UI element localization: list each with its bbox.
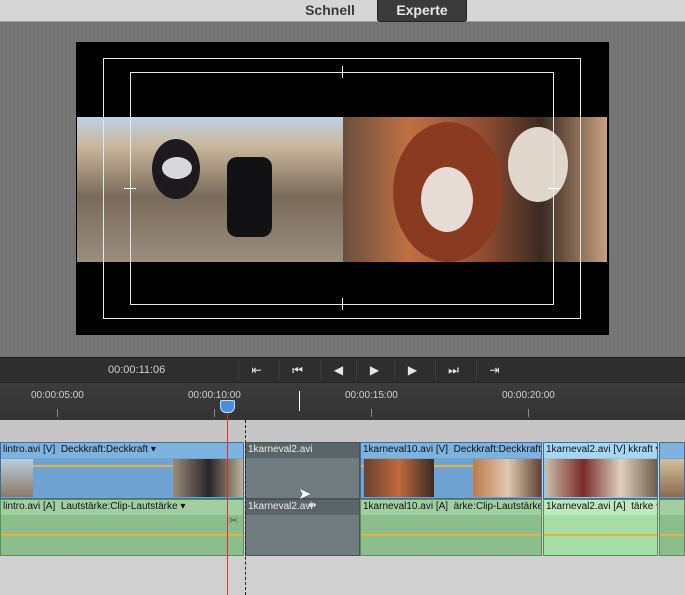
effect-dropdown[interactable]: kkraft ▾ bbox=[628, 444, 657, 455]
clip-thumbnail bbox=[364, 459, 434, 497]
clip-title bbox=[660, 443, 684, 458]
clip-filename: 1karneval10.avi [A] bbox=[363, 501, 449, 512]
clip-filename: lintro.avi [V] bbox=[3, 444, 56, 455]
audio-clip-karneval10[interactable]: 1karneval10.avi [A] ärke:Clip-Lautstärke… bbox=[360, 499, 542, 556]
ruler-tick bbox=[371, 409, 372, 417]
clip-title: lintro.avi [A] Lautstärke:Clip-Lautstärk… bbox=[1, 500, 243, 515]
effect-dropdown[interactable]: Deckkraft:Deckkraft ▾ bbox=[454, 444, 541, 455]
audio-clip-karneval2[interactable]: 1karneval2.avi [A] tärke ▾ bbox=[543, 499, 658, 556]
title-safe-frame bbox=[130, 72, 554, 305]
step-forward-button[interactable]: ▶ bbox=[394, 360, 430, 380]
video-clip-karneval10[interactable]: 1karneval10.avi [V] Deckkraft:Deckkraft … bbox=[360, 442, 542, 499]
clip-thumbnail bbox=[173, 459, 243, 497]
safe-tick-left bbox=[124, 188, 136, 189]
tab-expert-mode[interactable]: Experte bbox=[377, 0, 467, 22]
goto-out-icon: ⇥ bbox=[489, 363, 500, 377]
goto-in-button[interactable]: ⇤ bbox=[238, 360, 274, 380]
safe-tick-top bbox=[342, 66, 343, 78]
goto-start-icon: ⏮ bbox=[292, 363, 303, 377]
audio-clip-karneval2-gap[interactable]: 1karneval2.avi bbox=[245, 499, 360, 556]
goto-start-button[interactable]: ⏮ bbox=[279, 360, 315, 380]
preview-monitor[interactable] bbox=[76, 42, 609, 335]
clip-title: 1karneval2.avi [V] kkraft ▾ bbox=[544, 443, 657, 458]
scissors-icon[interactable]: ✂ bbox=[229, 514, 238, 527]
clip-title: lintro.avi [V] Deckkraft:Deckkraft ▾ bbox=[1, 443, 243, 458]
playhead-handle-icon[interactable] bbox=[220, 400, 235, 413]
video-clip-karneval2[interactable]: 1karneval2.avi [V] kkraft ▾ bbox=[543, 442, 658, 499]
step-back-icon: ◀ bbox=[333, 363, 344, 377]
clip-filename: 1karneval2.avi bbox=[248, 444, 313, 455]
playhead-line[interactable] bbox=[227, 414, 228, 595]
clip-thumbnail bbox=[1, 459, 33, 497]
video-clip-intro[interactable]: lintro.avi [V] Deckkraft:Deckkraft ▾ bbox=[0, 442, 244, 499]
volume-line[interactable] bbox=[1, 534, 243, 536]
ruler-label: 00:00:05:00 bbox=[31, 390, 84, 401]
audio-clip-intro[interactable]: lintro.avi [A] Lautstärke:Clip-Lautstärk… bbox=[0, 499, 244, 556]
volume-line[interactable] bbox=[361, 534, 541, 536]
step-back-button[interactable]: ◀ bbox=[320, 360, 356, 380]
ruler-tick bbox=[528, 409, 529, 417]
effect-dropdown[interactable]: tärke ▾ bbox=[631, 501, 657, 512]
goto-end-button[interactable]: ⏭ bbox=[435, 360, 471, 380]
clip-title: 1karneval2.avi bbox=[246, 443, 359, 458]
clip-title: 1karneval2.avi [A] tärke ▾ bbox=[544, 500, 657, 515]
ruler-tick bbox=[214, 409, 215, 417]
clip-thumbnail bbox=[660, 459, 684, 497]
waveform bbox=[361, 548, 541, 549]
clip-filename: 1karneval2.avi [V] bbox=[546, 444, 626, 455]
play-icon: ▶ bbox=[369, 363, 380, 377]
volume-line[interactable] bbox=[660, 534, 684, 536]
goto-end-icon: ⏭ bbox=[448, 363, 459, 377]
volume-line[interactable] bbox=[544, 534, 657, 536]
edit-point-line bbox=[245, 420, 246, 595]
audio-clip-next[interactable] bbox=[659, 499, 685, 556]
hover-marker bbox=[299, 391, 300, 411]
time-ruler[interactable]: 00:00:05:00 00:00:10:00 00:00:15:00 00:0… bbox=[0, 382, 685, 420]
clip-title: 1karneval10.avi [V] Deckkraft:Deckkraft … bbox=[361, 443, 541, 458]
play-button[interactable]: ▶ bbox=[356, 360, 392, 380]
video-clip-next[interactable] bbox=[659, 442, 685, 499]
effect-dropdown[interactable]: Deckkraft:Deckkraft ▾ bbox=[61, 444, 156, 455]
clip-thumbnail bbox=[546, 459, 657, 497]
trim-cursor-icon: ⇹ bbox=[308, 500, 317, 511]
current-timecode: 00:00:11:06 bbox=[108, 364, 166, 376]
ruler-tick bbox=[57, 409, 58, 417]
clip-thumbnail bbox=[473, 459, 541, 497]
goto-in-icon: ⇤ bbox=[251, 363, 262, 377]
clip-title: 1karneval10.avi [A] ärke:Clip-Lautstärke… bbox=[361, 500, 541, 515]
goto-out-button[interactable]: ⇥ bbox=[476, 360, 512, 380]
clip-title bbox=[660, 500, 684, 515]
ruler-label: 00:00:20:00 bbox=[502, 390, 555, 401]
clip-filename: lintro.avi [A] bbox=[3, 501, 56, 512]
effect-dropdown[interactable]: Lautstärke:Clip-Lautstärke ▾ bbox=[61, 501, 186, 512]
effect-dropdown[interactable]: ärke:Clip-Lautstärke ▾ bbox=[454, 501, 541, 512]
mode-bar: Schnell Experte bbox=[0, 0, 685, 22]
ruler-label: 00:00:15:00 bbox=[345, 390, 398, 401]
clip-filename: 1karneval10.avi [V] bbox=[363, 444, 449, 455]
waveform bbox=[1, 548, 243, 549]
safe-tick-bottom bbox=[342, 298, 343, 310]
tab-quick-mode[interactable]: Schnell bbox=[292, 0, 368, 22]
track-header-strip bbox=[0, 420, 685, 442]
clip-filename: 1karneval2.avi [A] bbox=[546, 501, 626, 512]
safe-tick-right bbox=[548, 188, 560, 189]
step-forward-icon: ▶ bbox=[407, 363, 418, 377]
transport-bar: 00:00:11:06 ⇤ ⏮ ◀ ▶ ▶ ⏭ ⇥ bbox=[0, 357, 685, 382]
